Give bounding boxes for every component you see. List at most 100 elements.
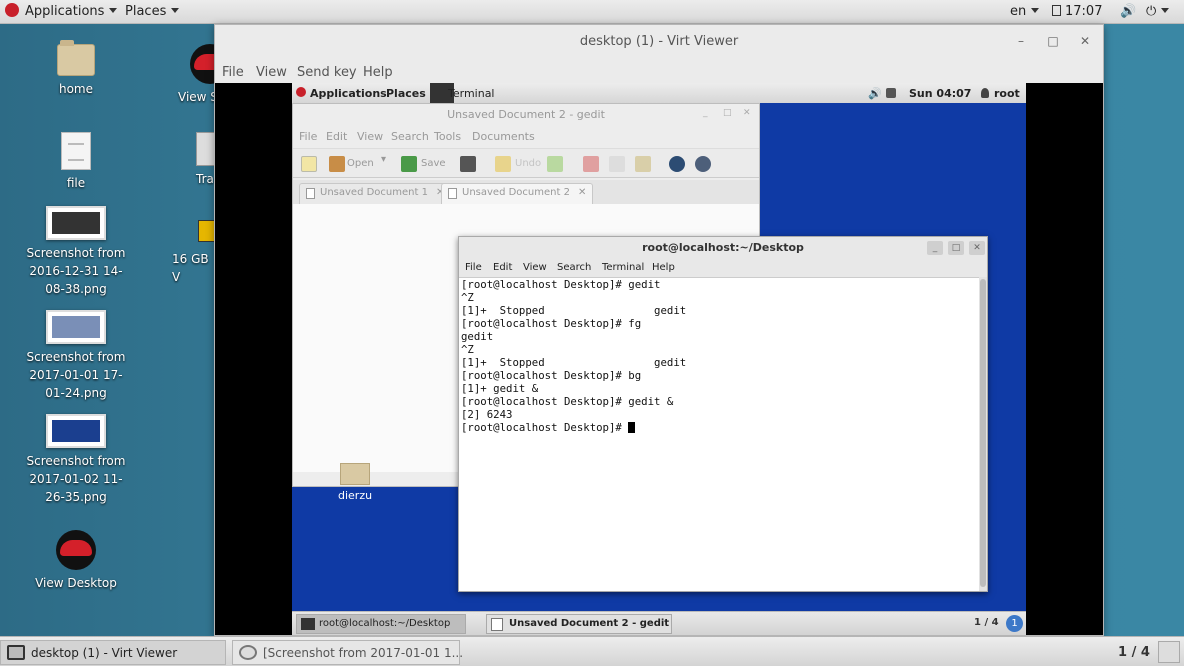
tab-document-1[interactable]: Unsaved Document 1✕ xyxy=(299,183,452,204)
cut-icon[interactable] xyxy=(583,156,599,172)
terminal-line: [1]+ gedit & xyxy=(461,382,539,395)
minimize-icon[interactable]: _ xyxy=(927,241,943,255)
guest-desktop-folder[interactable]: dierzu xyxy=(338,463,372,502)
open-icon[interactable] xyxy=(329,156,345,172)
guest-task-gedit[interactable]: Unsaved Document 2 - gedit xyxy=(486,614,672,634)
close-icon[interactable]: ✕ xyxy=(578,187,586,198)
host-task-screenshot[interactable]: [Screenshot from 2017-01-01 1... xyxy=(232,640,463,665)
scrollbar-thumb[interactable] xyxy=(980,279,986,587)
tab-document-2[interactable]: Unsaved Document 2 ✕ xyxy=(441,183,594,204)
language-menu[interactable]: en xyxy=(1010,4,1040,19)
guest-applications-menu[interactable]: Applications xyxy=(310,87,387,100)
guest-clock[interactable]: Sun 04:07 xyxy=(909,87,971,100)
notification-icon[interactable]: 1 xyxy=(1006,615,1023,632)
desktop-icon-label: Tra xyxy=(196,172,214,186)
menu-edit[interactable]: Edit xyxy=(326,130,347,143)
open-button[interactable]: Open xyxy=(347,158,374,169)
clock[interactable]: 17:07 xyxy=(1052,4,1102,19)
save-button[interactable]: Save xyxy=(421,158,446,169)
desktop-icon-file[interactable]: file xyxy=(16,132,136,192)
terminal-output[interactable]: [root@localhost Desktop]# gedit ^Z [1]+ St… xyxy=(459,277,979,591)
terminal-scrollbar[interactable] xyxy=(979,277,987,591)
guest-taskbar: root@localhost:~/Desktop Unsaved Documen… xyxy=(292,611,1026,635)
gedit-icon xyxy=(491,618,503,631)
desktop-icon-screenshot-2[interactable]: Screenshot from 2017-01-01 17-01-24.png xyxy=(16,310,136,402)
volume-icon[interactable]: 🔊 xyxy=(868,87,882,100)
gedit-toolbar: Open ▾ Save Undo xyxy=(293,148,759,178)
menu-search[interactable]: Search xyxy=(391,130,429,143)
chevron-down-icon xyxy=(1161,8,1170,13)
new-document-icon[interactable] xyxy=(301,156,317,172)
maximize-icon[interactable]: □ xyxy=(948,241,964,255)
desktop-icon-label: Screenshot from 2017-01-01 17-01-24.png xyxy=(26,350,126,400)
desktop-icon-view-desktop[interactable]: View Desktop xyxy=(16,530,136,592)
close-icon[interactable]: ✕ xyxy=(1077,34,1093,48)
find-replace-icon[interactable] xyxy=(695,156,711,172)
desktop-icon-view-s[interactable]: View S xyxy=(140,44,230,106)
menu-tools[interactable]: Tools xyxy=(434,130,461,143)
vm-display[interactable]: Applications Places Terminal 🔊 Sun 04:07… xyxy=(215,83,1103,635)
menu-send-key[interactable]: Send key xyxy=(297,65,357,80)
minimize-icon[interactable]: – xyxy=(1013,34,1029,48)
menu-search[interactable]: Search xyxy=(557,262,591,273)
terminal-line: [root@localhost Desktop]# gedit & xyxy=(461,395,674,408)
undo-button[interactable]: Undo xyxy=(515,158,541,169)
network-icon[interactable] xyxy=(886,88,896,98)
minimize-icon[interactable]: _ xyxy=(703,108,708,118)
search-icon[interactable] xyxy=(669,156,685,172)
chevron-down-icon[interactable]: ▾ xyxy=(381,154,386,165)
redo-icon[interactable] xyxy=(547,156,563,172)
menu-view[interactable]: View xyxy=(256,65,287,80)
close-icon[interactable]: ✕ xyxy=(969,241,985,255)
menu-file[interactable]: File xyxy=(299,130,317,143)
terminal-line: [2] 6243 xyxy=(461,408,513,421)
workspace-switcher-icon[interactable] xyxy=(1158,641,1180,663)
terminal-window[interactable]: root@localhost:~/Desktop _ □ ✕ File Edit… xyxy=(458,236,988,592)
chevron-down-icon xyxy=(171,8,180,13)
menu-file[interactable]: File xyxy=(222,65,244,80)
gedit-tabs: Unsaved Document 1✕ Unsaved Document 2 ✕ xyxy=(293,180,759,204)
guest-top-bar: Applications Places Terminal 🔊 Sun 04:07… xyxy=(292,83,1026,103)
desktop-icon-trash[interactable]: Tra xyxy=(140,132,220,188)
folder-icon xyxy=(340,463,371,485)
host-workspace-indicator[interactable]: 1 / 4 xyxy=(1118,645,1150,660)
volume-icon[interactable]: 🔊 xyxy=(1120,4,1136,19)
print-icon[interactable] xyxy=(460,156,476,172)
power-icon[interactable]: ⏻ xyxy=(1146,4,1170,19)
guest-desktop[interactable]: Applications Places Terminal 🔊 Sun 04:07… xyxy=(292,83,1026,635)
menu-help[interactable]: Help xyxy=(652,262,675,273)
menu-edit[interactable]: Edit xyxy=(493,262,512,273)
redhat-icon xyxy=(56,530,96,570)
document-icon xyxy=(448,188,457,199)
paste-icon[interactable] xyxy=(635,156,651,172)
menu-help[interactable]: Help xyxy=(363,65,393,80)
menu-terminal[interactable]: Terminal xyxy=(602,262,644,273)
applications-menu[interactable]: Applications xyxy=(25,4,118,19)
save-icon[interactable] xyxy=(401,156,417,172)
guest-workspace-indicator[interactable]: 1 / 4 xyxy=(974,617,999,628)
host-taskbar: desktop (1) - Virt Viewer [Screenshot fr… xyxy=(0,636,1184,666)
guest-places-menu[interactable]: Places xyxy=(386,87,426,100)
host-task-virt-viewer[interactable]: desktop (1) - Virt Viewer xyxy=(0,640,226,665)
desktop-icon-label: Screenshot from 2016-12-31 14-08-38.png xyxy=(26,246,126,296)
guest-terminal-launcher[interactable]: Terminal xyxy=(448,87,495,100)
guest-user-menu[interactable]: root xyxy=(994,87,1020,100)
menu-view[interactable]: View xyxy=(357,130,383,143)
menu-documents[interactable]: Documents xyxy=(472,130,535,143)
close-icon[interactable]: ✕ xyxy=(743,108,751,118)
undo-icon[interactable] xyxy=(495,156,511,172)
image-thumbnail xyxy=(46,414,106,448)
places-menu[interactable]: Places xyxy=(125,4,180,19)
desktop-icon-screenshot-1[interactable]: Screenshot from 2016-12-31 14-08-38.png xyxy=(16,206,136,298)
guest-task-terminal[interactable]: root@localhost:~/Desktop xyxy=(296,614,466,634)
maximize-icon[interactable]: □ xyxy=(723,108,732,118)
desktop-icon-home[interactable]: home xyxy=(16,40,136,98)
menu-view[interactable]: View xyxy=(523,262,547,273)
maximize-icon[interactable]: □ xyxy=(1045,34,1061,48)
folder-label: dierzu xyxy=(338,489,373,502)
menu-file[interactable]: File xyxy=(465,262,482,273)
desktop-icon-screenshot-3[interactable]: Screenshot from 2017-01-02 11-26-35.png xyxy=(16,414,136,506)
copy-icon[interactable] xyxy=(609,156,625,172)
menu-bar: File View Send key Help xyxy=(215,59,1103,85)
desktop-icon-drive[interactable]: 16 GB V xyxy=(140,220,220,286)
